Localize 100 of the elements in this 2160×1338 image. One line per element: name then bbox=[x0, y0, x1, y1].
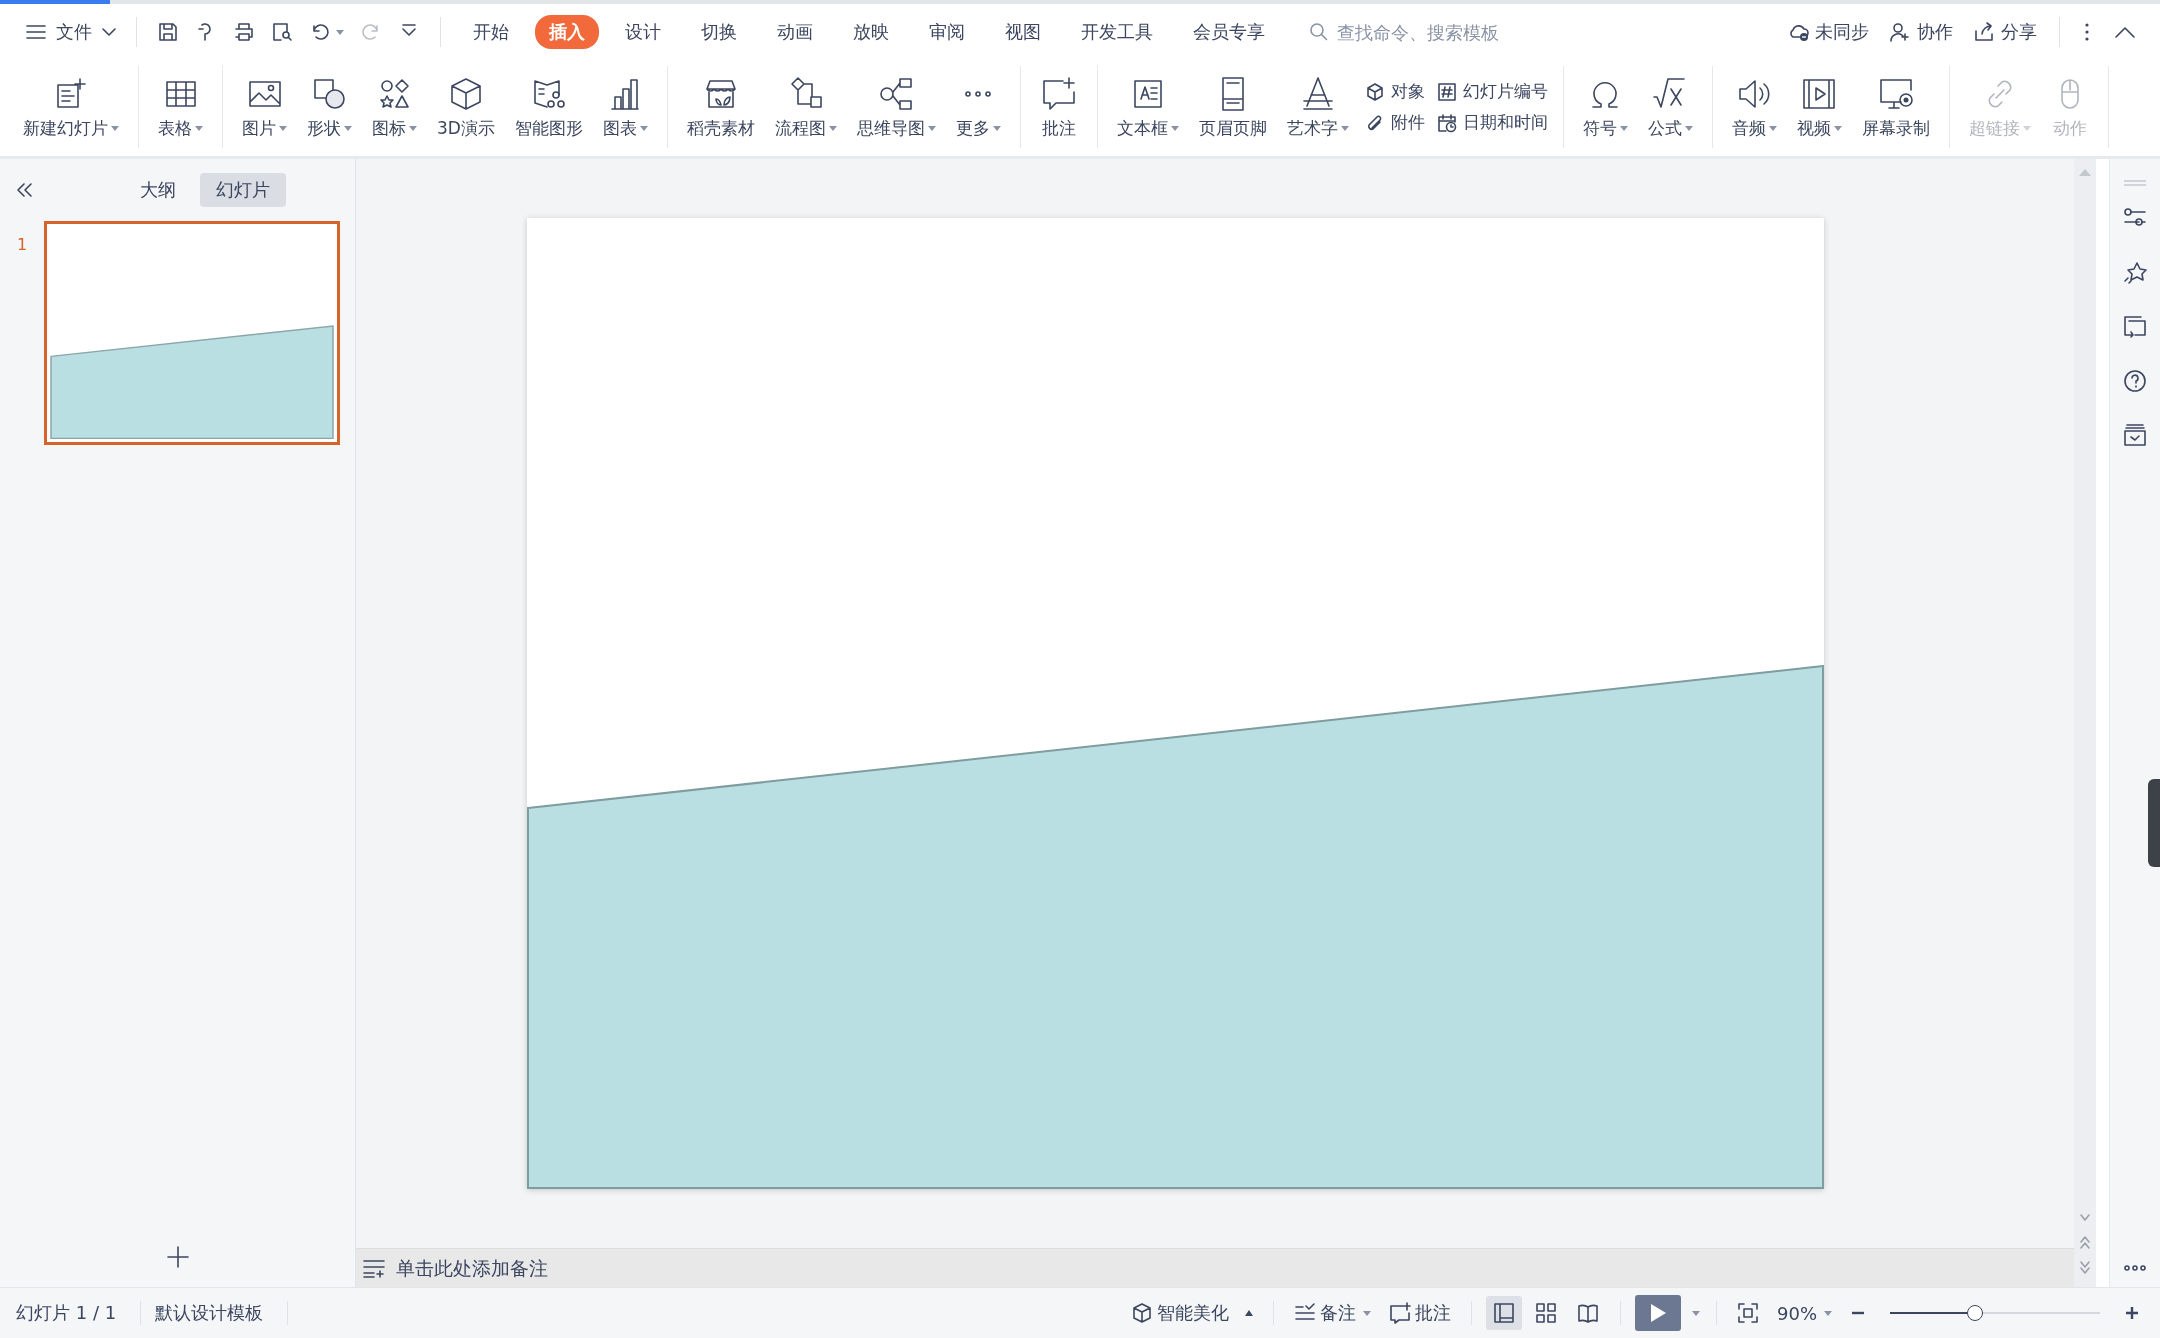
fit-screen-icon bbox=[1737, 1302, 1759, 1324]
side-panel-handle[interactable] bbox=[2148, 779, 2160, 867]
ribbon-button[interactable]: 公式 bbox=[1637, 72, 1703, 142]
ribbon-button[interactable]: 图片 bbox=[232, 72, 297, 142]
menu-tab[interactable]: 视图 bbox=[991, 15, 1055, 49]
beautify-button[interactable]: 智能美化 bbox=[1125, 1297, 1259, 1329]
panel-tab[interactable]: 幻灯片 bbox=[200, 173, 286, 207]
caret-icon bbox=[1245, 1310, 1253, 1316]
zoom-level-dropdown[interactable]: 90% bbox=[1771, 1298, 1838, 1328]
slider-thumb[interactable] bbox=[1966, 1305, 1983, 1321]
header-action-button[interactable]: 协作 bbox=[1881, 16, 1961, 48]
plus-icon bbox=[165, 1245, 190, 1269]
menu-tab[interactable]: 开始 bbox=[459, 15, 523, 49]
menu-icon bbox=[26, 24, 46, 40]
menu-tab[interactable]: 放映 bbox=[839, 15, 903, 49]
menu-tab[interactable]: 审阅 bbox=[915, 15, 979, 49]
file-menu[interactable]: 文件 bbox=[20, 16, 122, 48]
panel-tab[interactable]: 大纲 bbox=[124, 173, 192, 207]
caret-icon bbox=[992, 125, 1001, 131]
slide-thumbnail[interactable] bbox=[44, 221, 340, 445]
caret-icon bbox=[1684, 125, 1693, 131]
print-icon bbox=[233, 21, 255, 43]
ribbon-button[interactable]: 日期和时间 bbox=[1436, 111, 1548, 134]
search-field[interactable]: 查找命令、搜索模板 bbox=[1309, 20, 1559, 44]
slideshow-play-button[interactable] bbox=[1635, 1295, 1681, 1331]
menu-tab[interactable]: 会员专享 bbox=[1179, 15, 1279, 49]
ribbon-button[interactable]: 图标 bbox=[362, 72, 427, 142]
caret-icon bbox=[279, 125, 287, 131]
caret-icon bbox=[111, 125, 119, 131]
caret-icon bbox=[409, 125, 417, 131]
ribbon-button[interactable]: 稻壳素材 bbox=[676, 72, 765, 142]
ribbon-button[interactable]: 3D演示 bbox=[427, 72, 505, 142]
ribbon-button[interactable]: 艺术字 bbox=[1276, 72, 1359, 142]
ribbon-button[interactable]: 符号 bbox=[1572, 72, 1638, 142]
ribbon-button[interactable]: 流程图 bbox=[764, 72, 847, 142]
side-tool-button[interactable] bbox=[2123, 315, 2147, 339]
save-icon bbox=[157, 21, 179, 43]
ribbon-button[interactable]: 文本框 bbox=[1106, 72, 1189, 142]
kebab-icon bbox=[2084, 22, 2090, 42]
ribbon-button[interactable]: 音频 bbox=[1721, 72, 1787, 142]
ribbon-button[interactable]: 页眉页脚 bbox=[1188, 72, 1277, 142]
ribbon-button[interactable]: 新建幻灯片 bbox=[13, 72, 129, 142]
view-button[interactable] bbox=[1486, 1296, 1522, 1330]
menu-tab[interactable]: 设计 bbox=[611, 15, 675, 49]
ribbon-button[interactable]: 更多 bbox=[945, 72, 1011, 142]
notes-icon bbox=[362, 1258, 386, 1278]
caret-icon bbox=[336, 29, 344, 35]
ribbon-button[interactable]: 图表 bbox=[592, 72, 658, 142]
comment-add-icon bbox=[1389, 1302, 1411, 1324]
ribbon-button[interactable]: 智能图形 bbox=[504, 72, 593, 142]
header-action-button[interactable]: 分享 bbox=[1965, 16, 2045, 48]
caret-icon bbox=[1824, 1310, 1832, 1316]
drag-handle-icon[interactable] bbox=[2123, 179, 2147, 187]
caret-icon bbox=[1768, 125, 1777, 131]
side-tool-button[interactable] bbox=[2123, 261, 2147, 285]
more-button[interactable] bbox=[2124, 1265, 2146, 1271]
scrollbar[interactable] bbox=[2074, 159, 2096, 1287]
caret-icon bbox=[1833, 125, 1842, 131]
add-person-icon bbox=[1889, 21, 1911, 43]
screen-cast-icon bbox=[2123, 315, 2147, 339]
ribbon-button[interactable]: 屏幕录制 bbox=[1851, 72, 1940, 142]
ribbon-button[interactable]: 形状 bbox=[297, 72, 362, 142]
more-dots-icon bbox=[964, 89, 993, 98]
share-icon bbox=[1973, 21, 1995, 43]
menu-tab[interactable]: 开发工具 bbox=[1067, 15, 1167, 49]
comments-button[interactable]: 批注 bbox=[1383, 1297, 1457, 1329]
caret-icon bbox=[828, 125, 837, 131]
previous-slide-icon bbox=[2079, 1235, 2091, 1249]
more-dots-icon bbox=[2124, 1265, 2146, 1271]
side-tool-button[interactable] bbox=[2123, 423, 2147, 447]
ribbon-button[interactable]: 视频 bbox=[1786, 72, 1852, 142]
notes-button[interactable]: 备注 bbox=[1288, 1297, 1377, 1329]
ribbon-button[interactable]: 对象 bbox=[1364, 80, 1425, 103]
play-icon bbox=[1649, 1303, 1667, 1323]
menu-tab[interactable]: 动画 bbox=[763, 15, 827, 49]
ribbon-button[interactable]: 思维导图 bbox=[846, 72, 946, 142]
cube-icon bbox=[1131, 1302, 1153, 1324]
reading-view-icon bbox=[1577, 1302, 1599, 1324]
header-action-button[interactable]: 未同步 bbox=[1779, 16, 1877, 48]
notes-field[interactable]: 单击此处添加备注 bbox=[362, 1256, 698, 1280]
ribbon-button[interactable]: 附件 bbox=[1364, 111, 1425, 134]
plus-icon bbox=[2124, 1305, 2140, 1321]
double-chevron-left-icon bbox=[16, 183, 32, 197]
caret-icon bbox=[195, 125, 203, 131]
side-tool-button[interactable] bbox=[2123, 369, 2147, 393]
caret-icon bbox=[2022, 125, 2031, 131]
scroll-down-icon bbox=[2079, 1213, 2091, 1223]
ribbon-button[interactable]: 表格 bbox=[148, 72, 213, 142]
search-icon bbox=[1309, 22, 1329, 42]
caret-icon bbox=[1363, 1310, 1371, 1316]
caret-icon bbox=[1619, 125, 1628, 131]
slide-number: 1 bbox=[15, 234, 29, 254]
caret-icon bbox=[344, 125, 352, 131]
caret-icon bbox=[1692, 1310, 1700, 1316]
menu-tab[interactable]: 切换 bbox=[687, 15, 751, 49]
template-name[interactable]: 默认设计模板 bbox=[155, 1301, 274, 1325]
caret-icon bbox=[1170, 125, 1179, 131]
ribbon-button[interactable]: 批注 bbox=[1029, 72, 1088, 142]
ribbon-button[interactable]: 幻灯片编号 bbox=[1436, 80, 1548, 103]
slide-count: 幻灯片 1 / 1 bbox=[16, 1301, 118, 1325]
